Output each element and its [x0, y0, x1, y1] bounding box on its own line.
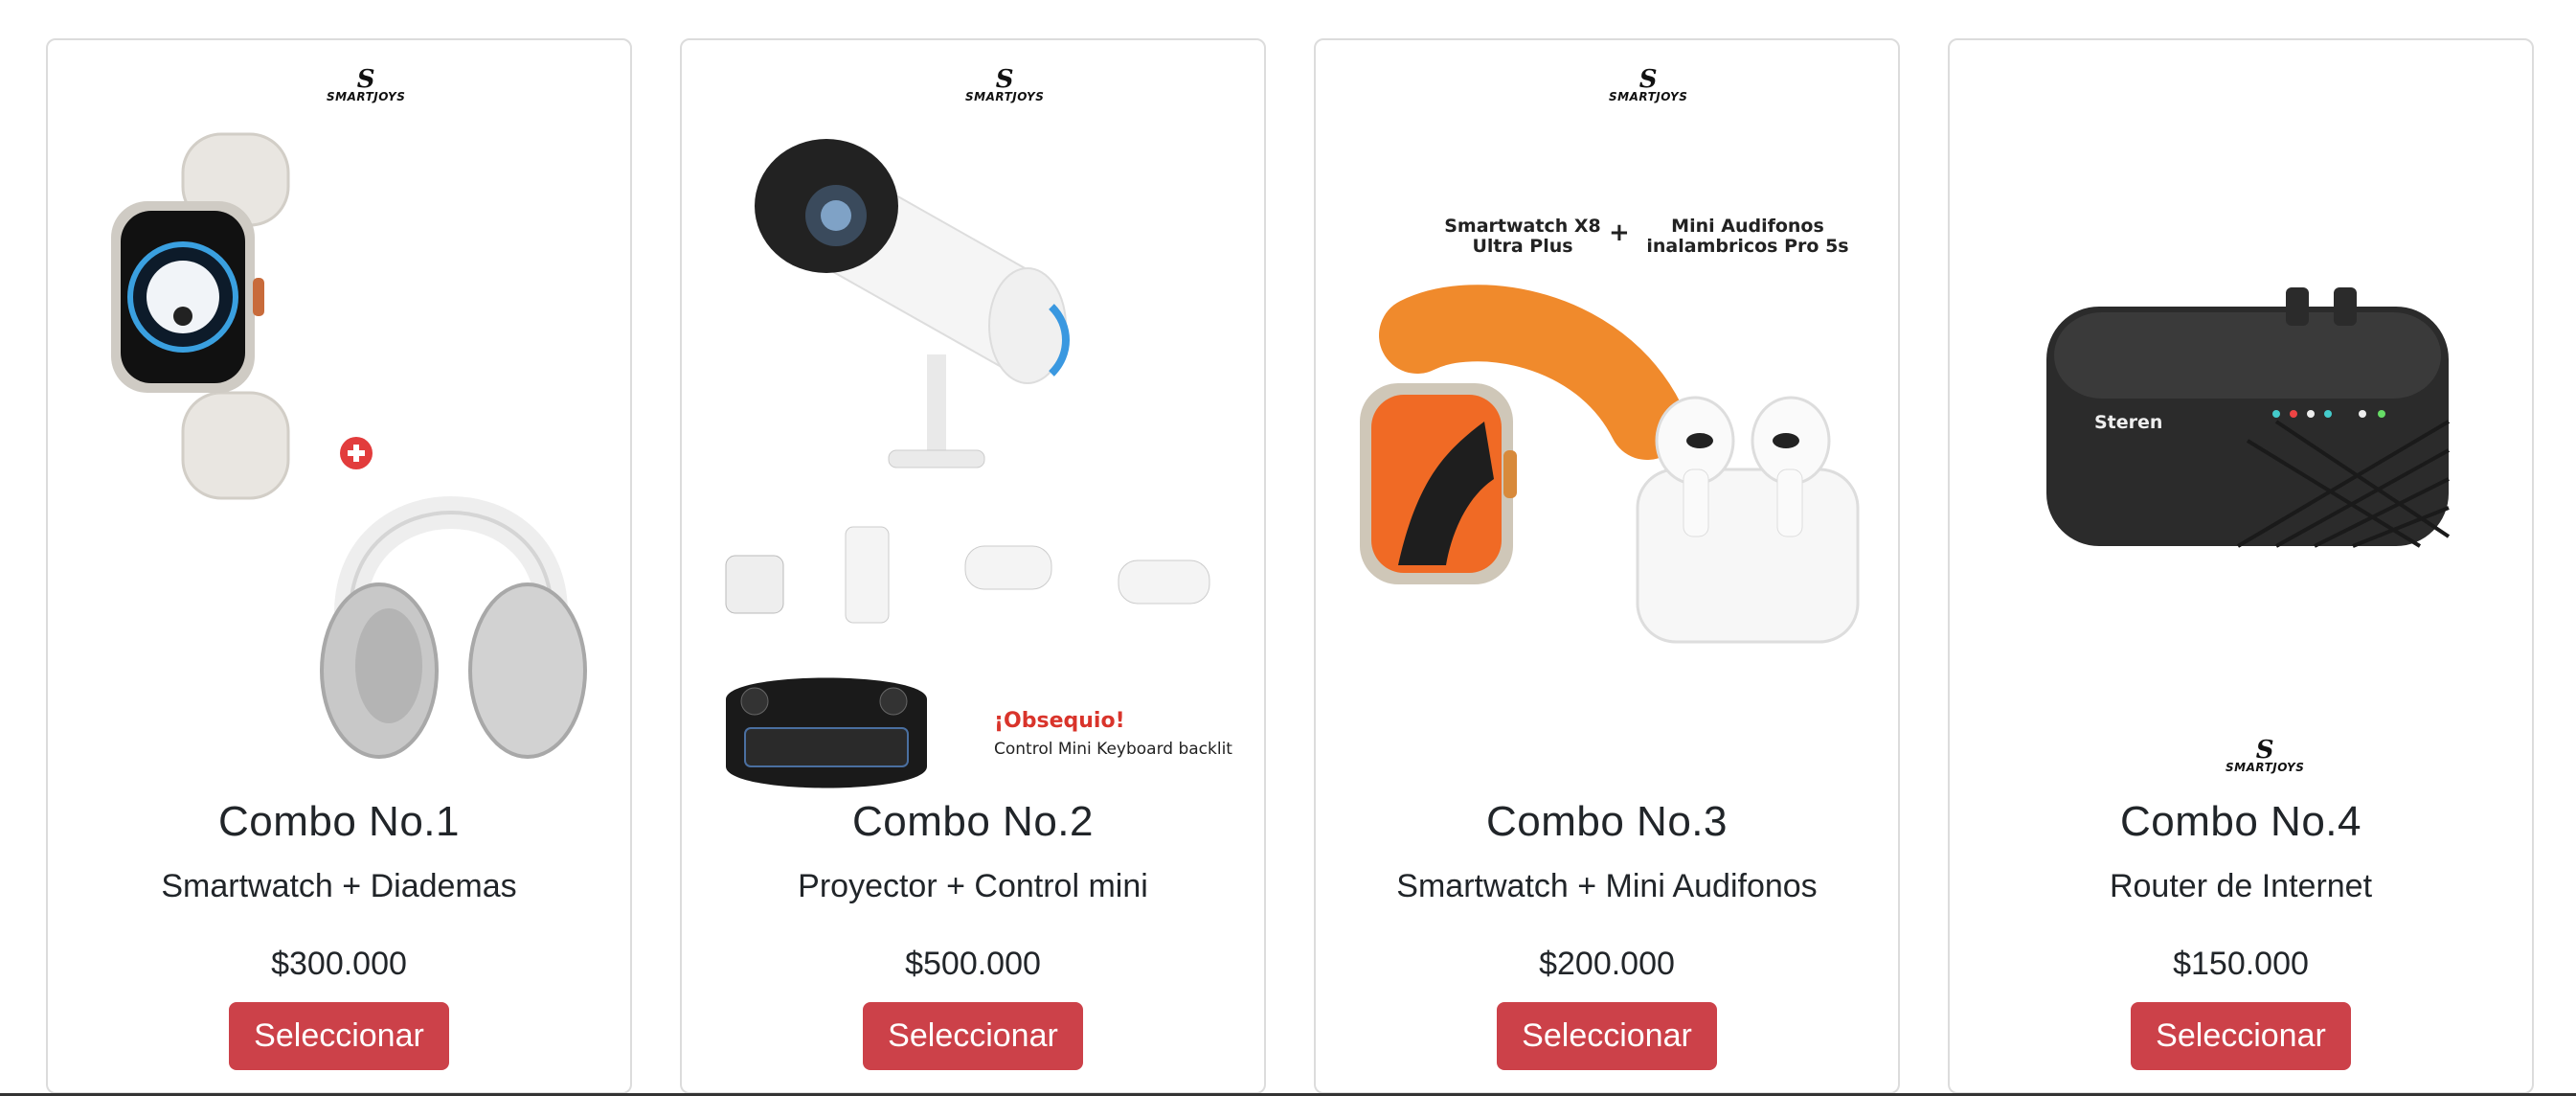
- keyboard-icon: [726, 677, 927, 788]
- projector-icon: [755, 139, 1070, 468]
- caption-right: Mini Audifonos inalambricos Pro 5s: [1646, 216, 1849, 257]
- gift-title: ¡Obsequio!: [994, 709, 1125, 733]
- select-button[interactable]: Seleccionar: [1497, 1002, 1717, 1071]
- product-grid: S SMARTJOYS Combo No.1 Smartwatch + Diad…: [46, 38, 2534, 1094]
- earbuds-icon: [1636, 396, 1860, 644]
- card-price: $300.000: [271, 945, 407, 982]
- product-card-1: S SMARTJOYS Combo No.1 Smartwatch + Diad…: [46, 38, 632, 1094]
- brand-logo: S SMARTJOYS: [1609, 65, 1688, 103]
- smartwatch-icon: [1360, 285, 1685, 584]
- product-image: S SMARTJOYS: [63, 57, 615, 795]
- projector-views-icon: [725, 526, 1210, 624]
- brand-logo: S SMARTJOYS: [2226, 736, 2305, 774]
- product-card-2: S SMARTJOYS ¡Obsequio! Control Mini Keyb…: [680, 38, 1266, 1094]
- card-subtitle: Smartwatch + Diademas: [161, 867, 517, 904]
- card-subtitle: Smartwatch + Mini Audifonos: [1396, 867, 1818, 904]
- card-title: Combo No.1: [217, 798, 460, 845]
- product-card-4: Steren S SMARTJOYS Combo No.4 Router de I…: [1948, 38, 2534, 1094]
- product-image: S SMARTJOYS: [697, 57, 1249, 795]
- caption-left: Smartwatch X8 Ultra Plus: [1444, 216, 1601, 257]
- card-price: $200.000: [1539, 945, 1675, 982]
- card-price: $150.000: [2173, 945, 2309, 982]
- select-button[interactable]: Seleccionar: [863, 1002, 1083, 1071]
- product-image: S SMARTJOYS Smartwatch X8 Ultra Plus + Mi…: [1331, 57, 1883, 795]
- product-image: Steren S SMARTJOYS: [1965, 57, 2517, 795]
- gift-subtitle: Control Mini Keyboard backlit: [994, 740, 1232, 759]
- card-subtitle: Proyector + Control mini: [798, 867, 1148, 904]
- select-button[interactable]: Seleccionar: [2131, 1002, 2351, 1071]
- card-subtitle: Router de Internet: [2109, 867, 2373, 904]
- product-card-3: S SMARTJOYS Smartwatch X8 Ultra Plus + Mi…: [1314, 38, 1900, 1094]
- card-title: Combo No.3: [1485, 798, 1728, 845]
- card-title: Combo No.4: [2119, 798, 2361, 845]
- card-price: $500.000: [905, 945, 1041, 982]
- select-button[interactable]: Seleccionar: [229, 1002, 449, 1071]
- brand-logo: S SMARTJOYS: [965, 65, 1045, 103]
- brand-logo: S SMARTJOYS: [327, 65, 406, 103]
- card-title: Combo No.2: [851, 798, 1094, 845]
- caption-plus: +: [1609, 218, 1630, 247]
- headphones-icon: [320, 496, 587, 759]
- router-brand-label: Steren: [2094, 412, 2163, 433]
